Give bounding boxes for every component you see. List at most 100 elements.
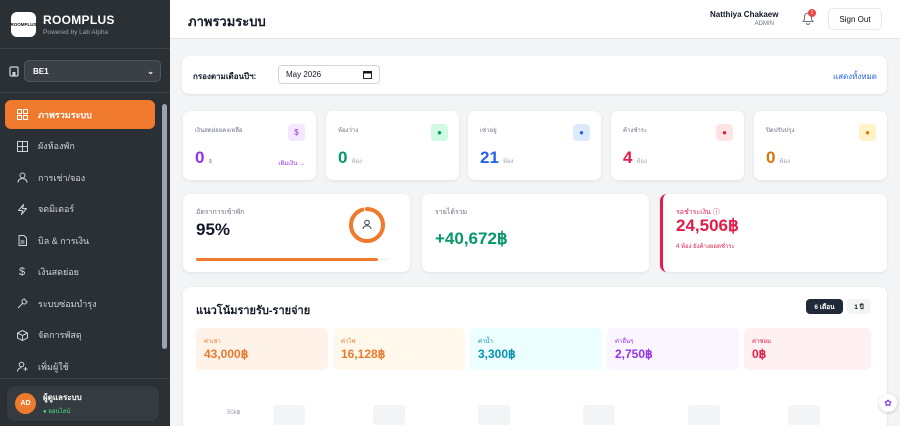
page-title: ภาพรวมระบบ — [188, 14, 266, 29]
occupancy-progress-fill — [196, 258, 379, 261]
divider — [0, 92, 170, 93]
brand-name: ROOMPLUS — [43, 13, 115, 27]
building-icon — [9, 66, 19, 77]
tab-6-months[interactable]: 6 เดือน — [806, 299, 843, 314]
trend-other: ค่าอื่นๆ 2,750฿ — [607, 328, 739, 370]
income-label: รายได้รวม — [435, 209, 468, 216]
pending-payment-card: รอชำระเงิน ⓘ 24,506฿ 4 ห้อง ยังค้างยอดชำ… — [660, 194, 887, 272]
chart-bar — [688, 405, 720, 425]
sidebar-scrollbar[interactable] — [161, 96, 168, 374]
sidebar-item-dashboard[interactable]: ภาพรวมระบบ — [5, 100, 155, 129]
occupancy-progress — [196, 258, 388, 261]
status-dot-icon: ● — [716, 124, 733, 141]
user-card[interactable]: AD ผู้ดูแลระบบ ● ออนไลน์ — [7, 386, 159, 421]
chart-bar — [373, 405, 405, 425]
trend-repair: ค่าซ่อม 0฿ — [744, 328, 871, 370]
trend-value: 43,000฿ — [204, 347, 249, 361]
occupancy-card: อัตราการเข้าพัก 95% — [183, 194, 410, 272]
current-user-role: ADMIN — [754, 21, 774, 27]
dollar-icon: $ — [18, 266, 26, 278]
occupancy-ring — [349, 207, 385, 243]
stat-label: เช่าอยู่ — [480, 128, 497, 134]
stat-card-maintenance: ปิดปรับปรุง ● 0 ห้อง — [754, 111, 887, 180]
stat-card-petty-cash: เงินสดย่อยคงเหลือ $ 0 ฿ เติมเงิน → — [183, 111, 316, 180]
y-axis-tick: 50k฿ — [227, 410, 241, 416]
month-picker[interactable]: May 2026 — [278, 65, 380, 84]
trend-label: ค่าเช่า — [204, 339, 221, 345]
sidebar-item-petty-cash[interactable]: $ เงินสดย่อย — [5, 258, 155, 287]
pending-value: 24,506฿ — [676, 216, 739, 235]
stat-card-occupied: เช่าอยู่ ● 21 ห้อง — [468, 111, 601, 180]
sidebar: ROOMPLUS ROOMPLUS Powered by Lab Alpha B… — [0, 0, 170, 426]
trend-title: แนวโน้มรายรับ-รายจ่าย — [196, 305, 311, 317]
filter-card: กรองตามเดือนปีฯ: May 2026 แสดงทั้งหมด — [182, 56, 887, 94]
logo: ROOMPLUS — [11, 12, 37, 37]
current-user-name: Natthiya Chakaew — [710, 10, 779, 19]
stat-label: เงินสดย่อยคงเหลือ — [195, 128, 243, 134]
box-icon — [16, 329, 28, 341]
sidebar-item-label: เงินสดย่อย — [38, 267, 79, 277]
stat-label: ปิดปรับปรุง — [766, 128, 795, 134]
top-up-link[interactable]: เติมเงิน → — [278, 158, 305, 168]
sidebar-item-room-map[interactable]: ผังห้องพัก — [5, 132, 155, 161]
top-bar: ภาพรวมระบบ Natthiya Chakaew ADMIN 1 Sign… — [170, 0, 900, 39]
pending-subtext: 4 ห้อง ยังค้างยอดชำระ — [676, 244, 735, 250]
sidebar-item-label: จัดการพัสดุ — [38, 330, 82, 340]
chart-bar — [273, 405, 305, 425]
sidebar-item-label: การเช่า/จอง — [38, 172, 86, 183]
trend-water: ค่าน้ำ 3,300฿ — [470, 328, 602, 370]
stat-value: 0 ฿ — [195, 148, 213, 167]
trend-value: 16,128฿ — [341, 347, 386, 361]
stat-label: ห้องว่าง — [338, 128, 359, 134]
add-user-icon — [16, 361, 28, 373]
sidebar-item-label: ระบบซ่อมบำรุง — [38, 298, 97, 309]
stat-value: 0 ห้อง — [766, 148, 790, 167]
sidebar-item-label: จดมิเตอร์ — [38, 204, 75, 214]
trend-label: ค่าอื่นๆ — [615, 339, 634, 345]
sidebar-item-parcels[interactable]: จัดการพัสดุ — [5, 321, 155, 350]
trend-value: 0฿ — [752, 347, 767, 361]
divider — [0, 48, 170, 49]
wrench-icon — [16, 298, 28, 310]
trend-rent: ค่าเช่า 43,000฿ — [196, 328, 328, 370]
show-all-link[interactable]: แสดงทั้งหมด — [833, 70, 877, 83]
stat-value: 21 ห้อง — [480, 148, 514, 167]
user-status: ● ออนไลน์ — [43, 409, 71, 415]
current-user: Natthiya Chakaew ADMIN — [710, 10, 779, 27]
tab-1-year[interactable]: 1 ปี — [847, 299, 871, 314]
brand[interactable]: ROOMPLUS ROOMPLUS Powered by Lab Alpha — [11, 12, 115, 37]
sidebar-item-label: บิล & การเงิน — [38, 235, 90, 246]
user-icon — [16, 172, 28, 184]
sidebar-item-meter[interactable]: จดมิเตอร์ — [5, 195, 155, 224]
building-selector: BE1 ⌄ — [8, 60, 161, 82]
notification-badge: 1 — [808, 9, 816, 17]
building-select[interactable]: BE1 ⌄ — [24, 60, 161, 82]
stat-value: 0 ห้อง — [338, 148, 362, 167]
occupancy-value: 95% — [196, 220, 231, 239]
calendar-icon — [363, 71, 372, 79]
trend-label: ค่าไฟ — [341, 339, 356, 345]
chart-bar — [478, 405, 510, 425]
trend-electricity: ค่าไฟ 16,128฿ — [333, 328, 465, 370]
trend-value: 3,300฿ — [478, 347, 516, 361]
avatar: AD — [15, 393, 36, 414]
user-icon — [362, 219, 372, 230]
stat-value: 4 ห้อง — [623, 148, 647, 167]
chart-bar — [788, 405, 820, 425]
dollar-icon: $ — [288, 124, 305, 141]
status-dot-icon: ● — [859, 124, 876, 141]
trend-label: ค่าน้ำ — [478, 339, 493, 345]
divider — [0, 378, 170, 379]
sidebar-item-billing[interactable]: บิล & การเงิน — [5, 226, 155, 255]
assistant-button[interactable]: ✿ — [879, 394, 897, 412]
scrollbar-thumb[interactable] — [162, 104, 167, 349]
income-card: รายได้รวม +40,672฿ — [422, 194, 649, 272]
brain-icon: ✿ — [884, 397, 892, 408]
sidebar-item-add-user[interactable]: เพิ่มผู้ใช้ — [5, 352, 155, 381]
sidebar-item-rental[interactable]: การเช่า/จอง — [5, 163, 155, 192]
sidebar-item-maintenance[interactable]: ระบบซ่อมบำรุง — [5, 289, 155, 318]
brand-subtitle: Powered by Lab Alpha — [43, 29, 109, 36]
occupancy-label: อัตราการเข้าพัก — [196, 209, 245, 216]
sign-out-button[interactable]: Sign Out — [828, 8, 882, 30]
trend-card: แนวโน้มรายรับ-รายจ่าย 6 เดือน 1 ปี ค่าเช… — [183, 287, 887, 426]
